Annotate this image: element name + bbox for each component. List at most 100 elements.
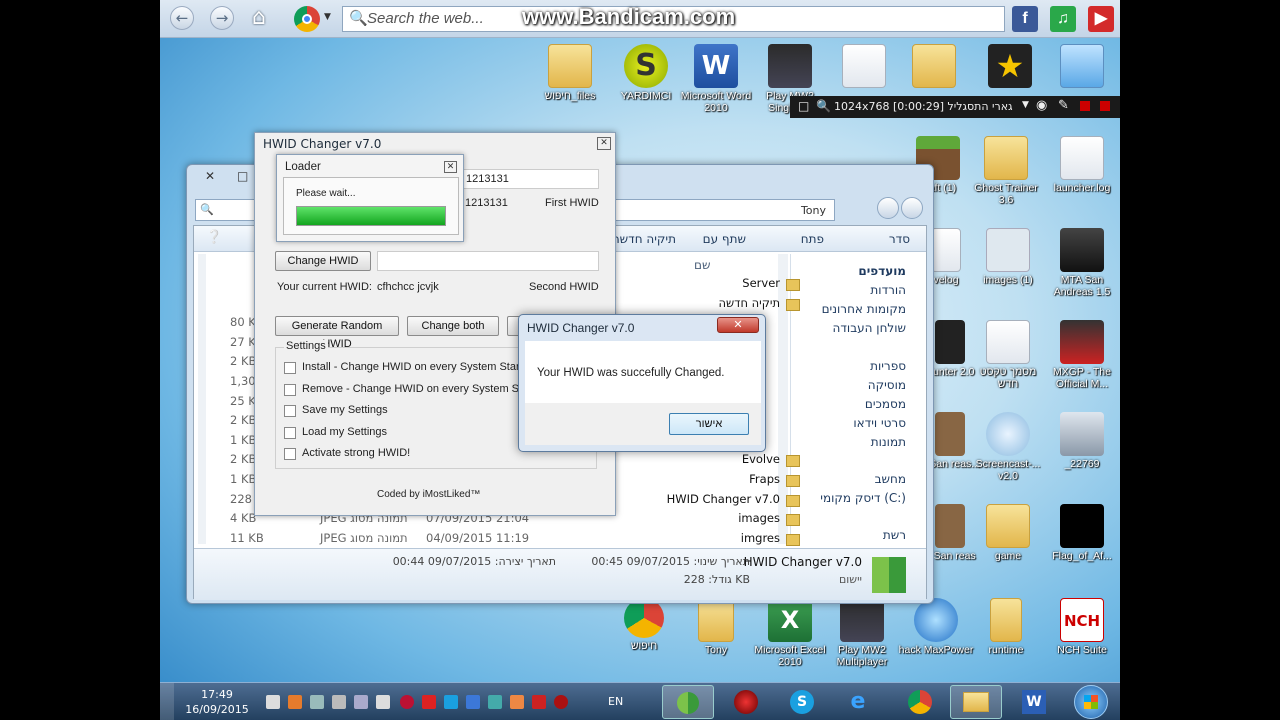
desktop-icon-22769[interactable]: _22769 — [1044, 412, 1120, 470]
ok-button[interactable]: אישור — [669, 413, 749, 435]
tray-app-icon[interactable] — [488, 695, 502, 709]
forward-icon[interactable]: → — [210, 6, 234, 30]
desktop-icon-computer[interactable] — [1044, 44, 1120, 88]
close-icon[interactable]: ✕ — [717, 317, 759, 333]
skype-icon[interactable] — [444, 695, 458, 709]
desktop-icon-star-app[interactable]: ★ — [972, 44, 1048, 88]
stop-icon[interactable] — [1100, 101, 1110, 111]
close-icon[interactable]: ✕ — [597, 137, 611, 150]
language-indicator[interactable]: EN — [608, 695, 623, 708]
nav-libraries[interactable]: ספריות — [806, 359, 906, 373]
desktop-icon-hack-maxpower[interactable]: hack MaxPower — [898, 598, 974, 656]
desktop-icon-excel[interactable]: X Microsoft Excel 2010 — [752, 598, 828, 668]
generate-random-hwid-button[interactable]: Generate Random HWID — [275, 316, 399, 350]
taskbar-hwid-app[interactable] — [662, 685, 714, 719]
strong-hwid-checkbox[interactable] — [284, 448, 296, 460]
flag-icon[interactable] — [376, 695, 390, 709]
toolbar-share[interactable]: שתף עם — [703, 232, 746, 246]
nav-downloads[interactable]: הורדות — [806, 283, 906, 297]
opera-icon[interactable] — [400, 695, 414, 709]
desktop-icon-ghost-trainer[interactable]: Ghost Trainer 3.6 — [968, 136, 1044, 206]
youtube-icon[interactable]: ▶ — [1088, 6, 1114, 32]
pause-icon[interactable] — [1080, 101, 1090, 111]
back-icon[interactable]: ← — [170, 6, 194, 30]
chevron-down-icon[interactable]: ▼ — [1022, 100, 1029, 110]
save-settings-checkbox[interactable] — [284, 405, 296, 417]
install-checkbox[interactable] — [284, 362, 296, 374]
network-icon[interactable] — [354, 695, 368, 709]
second-hwid-input[interactable] — [377, 251, 599, 271]
nav-desktop[interactable]: שולחן העבודה — [786, 321, 906, 335]
change-hwid-button[interactable]: Change HWID — [275, 251, 371, 271]
nav-videos[interactable]: סרטי וידאו — [806, 416, 906, 430]
forward-icon[interactable] — [877, 197, 899, 219]
desktop-icon-launcher-log[interactable]: launcher.log — [1044, 136, 1120, 194]
taskbar-skype[interactable]: S — [776, 685, 828, 719]
taskbar-chrome[interactable] — [894, 685, 946, 719]
taskbar-bandicam[interactable] — [720, 685, 772, 719]
tray-app-icon[interactable] — [288, 695, 302, 709]
facebook-icon[interactable]: f — [1012, 6, 1038, 32]
toolbar-open[interactable]: פתח — [801, 232, 824, 246]
maximize-icon[interactable]: □ — [237, 169, 248, 183]
desktop-icon-mta[interactable]: MTA San Andreas 1.5 — [1044, 228, 1120, 298]
desktop-icon-mw2-multi[interactable]: Play MW2 Multiplayer — [824, 598, 900, 668]
desktop-icon-screencast[interactable]: Screencast-... v2.0 — [970, 412, 1046, 482]
back-icon[interactable] — [901, 197, 923, 219]
desktop-icon-new-text[interactable]: מסמך טקסט חדש — [970, 320, 1046, 390]
desktop-icon-chrome-search[interactable]: חיפוש — [606, 598, 682, 652]
nav-computer[interactable]: מחשב — [806, 472, 906, 486]
desktop-icon-word[interactable]: W Microsoft Word 2010 — [678, 44, 754, 114]
desktop-icon-mxgp[interactable]: MXGP - The Official M... — [1044, 320, 1120, 390]
desktop-icon-tony[interactable]: Tony — [678, 598, 754, 656]
desktop-icon-flag[interactable]: Flag_of_Af... — [1044, 504, 1120, 562]
camera-icon[interactable]: ◉ — [1036, 98, 1047, 113]
start-button[interactable] — [1074, 685, 1108, 719]
remove-checkbox[interactable] — [284, 384, 296, 396]
taskbar-word[interactable]: W — [1008, 685, 1060, 719]
home-icon[interactable]: ⌂ — [252, 6, 276, 30]
windows-icon[interactable] — [466, 695, 480, 709]
change-both-button[interactable]: Change both — [407, 316, 499, 336]
desktop-icon-files-folder[interactable]: חיפוש_files — [532, 44, 608, 102]
music-icon[interactable]: ♫ — [1050, 6, 1076, 32]
nav-network[interactable]: רשת — [806, 528, 906, 542]
record-icon[interactable] — [532, 695, 546, 709]
desktop-icon-folder-2[interactable] — [896, 44, 972, 88]
desktop-icon-runtime[interactable]: runtime — [968, 598, 1044, 656]
flame-icon[interactable] — [510, 695, 524, 709]
record-dot-icon[interactable] — [554, 695, 568, 709]
monitor-icon[interactable] — [310, 695, 324, 709]
nav-music[interactable]: מוסיקה — [806, 378, 906, 392]
close-icon[interactable]: ✕ — [444, 161, 457, 173]
nav-recent[interactable]: מקומות אחרונים — [786, 302, 906, 316]
desktop-icon-game[interactable]: game — [970, 504, 1046, 562]
nav-pictures[interactable]: תמונות — [806, 435, 906, 449]
battery-icon[interactable] — [266, 695, 280, 709]
close-app-icon[interactable] — [422, 695, 436, 709]
toolbar-organize[interactable]: סדר — [889, 232, 910, 246]
taskbar-ie[interactable]: e — [832, 685, 884, 719]
desktop-icon-yardimci[interactable]: S YARDIMCI — [608, 44, 684, 102]
close-icon[interactable]: ✕ — [205, 169, 215, 183]
desktop-icon-settings-doc[interactable] — [826, 44, 902, 88]
help-icon[interactable]: ❔ — [206, 230, 222, 245]
first-hwid-input[interactable]: 1213131 — [455, 169, 599, 189]
volume-icon[interactable] — [332, 695, 346, 709]
toolbar-new-folder[interactable]: תיקיה חדשה — [612, 232, 676, 246]
taskbar-explorer[interactable] — [950, 685, 1002, 719]
pencil-icon[interactable]: ✎ — [1058, 98, 1069, 113]
column-header-name[interactable]: שם — [694, 258, 710, 272]
desktop-icon-images-1[interactable]: images (1) — [970, 228, 1046, 286]
window-icon[interactable]: □ — [798, 99, 809, 113]
load-settings-checkbox[interactable] — [284, 427, 296, 439]
chrome-icon[interactable] — [294, 6, 320, 32]
chevron-down-icon[interactable]: ▼ — [324, 12, 331, 22]
nav-documents[interactable]: מסמכים — [806, 397, 906, 411]
clock[interactable]: 17:49 16/09/2015 — [180, 687, 254, 717]
nav-local-disk[interactable]: דיסק מקומי (C:) — [786, 491, 906, 505]
nav-favorites[interactable]: מועדפים — [806, 264, 906, 278]
desktop-icon-nch[interactable]: NCH NCH Suite — [1044, 598, 1120, 656]
search-icon[interactable]: 🔍 — [816, 99, 831, 113]
show-desktop-button[interactable] — [160, 683, 174, 720]
